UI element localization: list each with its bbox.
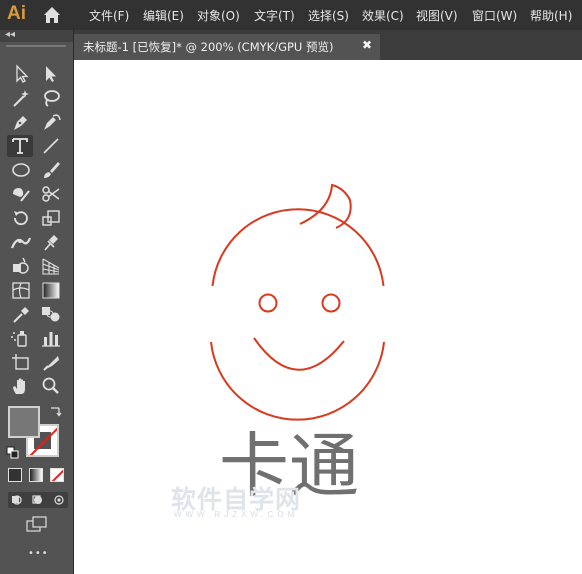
selection-tool-icon[interactable] (9, 64, 33, 84)
draw-modes (8, 492, 68, 508)
close-icon[interactable]: ✖ (362, 38, 372, 52)
menu-help[interactable]: 帮助(H) (530, 7, 572, 24)
gradient-mode-button[interactable] (29, 468, 43, 482)
right-eye (321, 293, 341, 313)
menu-edit[interactable]: 编辑(E) (143, 7, 184, 24)
scissors-tool-icon[interactable] (39, 184, 63, 204)
type-tool-icon[interactable] (7, 135, 33, 157)
paintbrush-tool-icon[interactable] (39, 160, 63, 180)
menu-file[interactable]: 文件(F) (89, 7, 129, 24)
home-icon[interactable] (40, 4, 64, 26)
eyedropper-tool-icon[interactable] (9, 304, 33, 324)
menu-bar: Ai 文件(F) 编辑(E) 对象(O) 文字(T) 选择(S) 效果(C) 视… (0, 0, 582, 30)
puppet-warp-tool-icon[interactable] (39, 232, 63, 252)
column-graph-tool-icon[interactable] (39, 328, 63, 348)
menu-type[interactable]: 文字(T) (254, 7, 295, 24)
menu-select[interactable]: 选择(S) (308, 7, 349, 24)
menu-window[interactable]: 窗口(W) (472, 7, 517, 24)
left-eye (258, 293, 278, 313)
line-segment-tool-icon[interactable] (39, 136, 63, 156)
none-mode-button[interactable] (50, 468, 64, 482)
artboard-canvas[interactable]: 卡通 软件自学网 WWW.RJZXW.COM (74, 60, 582, 574)
menu-view[interactable]: 视图(V) (416, 7, 458, 24)
direct-selection-tool-icon[interactable] (39, 64, 63, 84)
app-logo: Ai (7, 3, 26, 24)
scale-tool-icon[interactable] (39, 208, 63, 228)
screen-mode-icon[interactable] (25, 516, 49, 532)
draw-inside-icon (54, 495, 64, 505)
artboard-tool-icon[interactable] (9, 352, 33, 372)
document-tab-bar: 未标题-1 [已恢复]* @ 200% (CMYK/GPU 预览) ✖ (74, 30, 582, 60)
shaper-tool-icon[interactable] (9, 184, 33, 204)
zoom-tool-icon[interactable] (39, 376, 63, 396)
color-mode-button[interactable] (8, 468, 22, 482)
rotate-tool-icon[interactable] (9, 208, 33, 228)
face-lower-arc (210, 341, 385, 421)
symbol-sprayer-tool-icon[interactable] (9, 328, 33, 348)
document-tab[interactable]: 未标题-1 [已恢复]* @ 200% (CMYK/GPU 预览) ✖ (74, 34, 380, 60)
draw-normal-icon (12, 495, 22, 505)
draw-behind-icon (32, 495, 42, 504)
panel-grip[interactable] (6, 45, 66, 47)
menu-effect[interactable]: 效果(C) (362, 7, 404, 24)
face-upper-arc (211, 208, 385, 287)
lasso-tool-icon[interactable] (39, 88, 63, 108)
ellipse-tool-icon[interactable] (9, 160, 33, 180)
more-tools-icon[interactable]: ••• (28, 548, 49, 559)
hand-tool-icon[interactable] (9, 376, 33, 396)
tools-panel-header: ◂◂ (0, 29, 73, 42)
mouth (253, 337, 345, 371)
width-tool-icon[interactable] (9, 232, 33, 252)
swap-fill-stroke-icon[interactable] (48, 404, 62, 418)
watermark-url: WWW.RJZXW.COM (174, 510, 299, 519)
gradient-tool-icon[interactable] (39, 280, 63, 300)
perspective-grid-tool-icon[interactable] (39, 256, 63, 276)
shape-builder-tool-icon[interactable] (9, 256, 33, 276)
curvature-tool-icon[interactable] (39, 112, 63, 132)
pen-tool-icon[interactable] (9, 112, 33, 132)
mesh-tool-icon[interactable] (9, 280, 33, 300)
collapse-panel-icon[interactable]: ◂◂ (5, 29, 15, 40)
default-fill-stroke-icon[interactable] (6, 446, 20, 460)
fill-color-swatch[interactable] (8, 406, 40, 438)
menu-object[interactable]: 对象(O) (197, 7, 240, 24)
document-tab-title: 未标题-1 [已恢复]* @ 200% (CMYK/GPU 预览) (83, 40, 334, 54)
slice-tool-icon[interactable] (39, 352, 63, 372)
blend-tool-icon[interactable] (39, 304, 63, 324)
magic-wand-tool-icon[interactable] (9, 88, 33, 108)
